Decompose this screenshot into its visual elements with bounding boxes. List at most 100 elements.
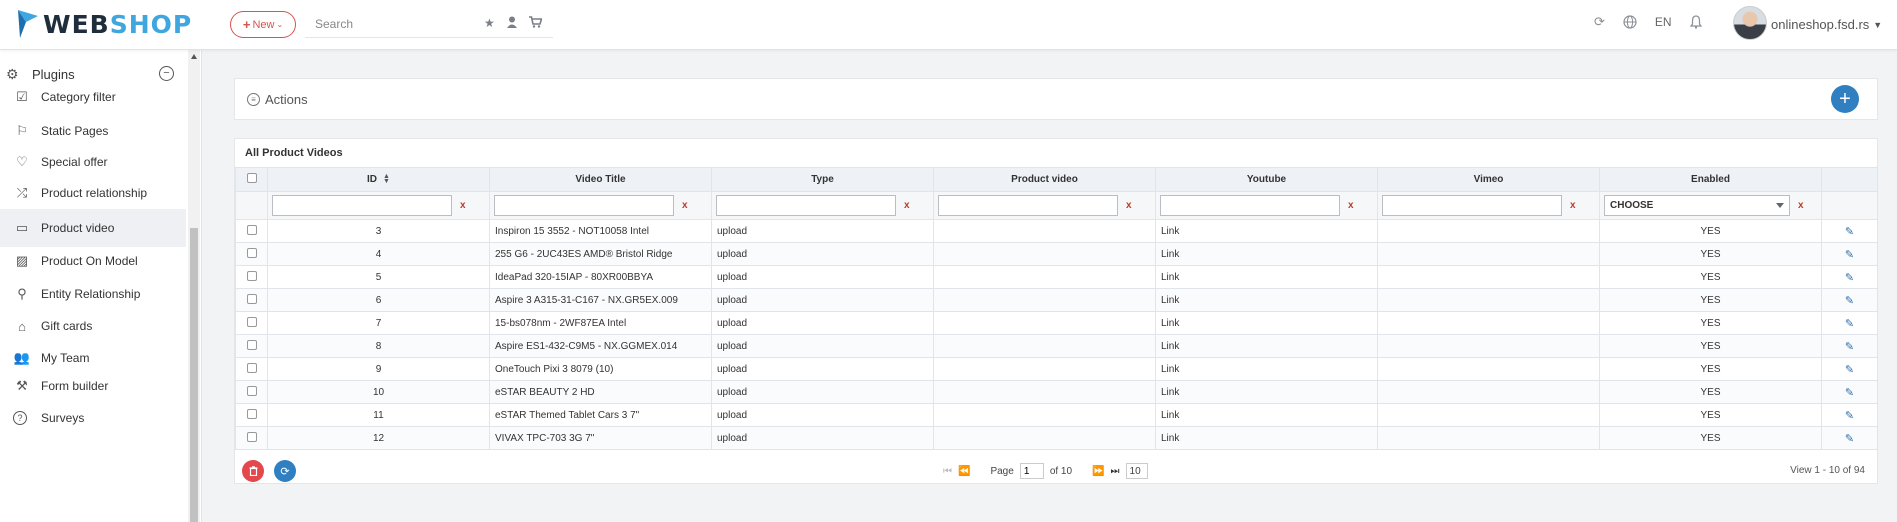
pencil-icon[interactable]: ✎ — [1845, 226, 1854, 238]
row-checkbox[interactable] — [246, 339, 257, 350]
cell-video-title: OneTouch Pixi 3 8079 (10) — [489, 357, 712, 381]
user-icon[interactable] — [506, 16, 517, 28]
clear-filter-icon[interactable]: x — [1570, 200, 1576, 211]
star-icon[interactable]: ★ — [484, 16, 495, 30]
clear-filter-icon[interactable]: x — [682, 200, 688, 211]
row-checkbox[interactable] — [246, 385, 257, 396]
globe-icon[interactable] — [1623, 15, 1637, 29]
cell-vimeo — [1377, 403, 1600, 427]
table-row[interactable]: 4 255 G6 - 2UC43ES AMD® Bristol Ridge uplo… — [235, 242, 1878, 266]
filter-type-input[interactable] — [716, 195, 896, 216]
last-page-icon[interactable]: ⏭ — [1111, 466, 1120, 477]
pencil-icon[interactable]: ✎ — [1845, 318, 1854, 330]
pencil-icon[interactable]: ✎ — [1845, 433, 1854, 445]
row-checkbox[interactable] — [246, 293, 257, 304]
new-button[interactable]: + New ⌄ — [230, 11, 296, 38]
cell-youtube[interactable]: Link — [1155, 311, 1378, 335]
select-all-checkbox[interactable] — [246, 173, 257, 183]
row-checkbox[interactable] — [246, 247, 257, 258]
row-checkbox[interactable] — [246, 270, 257, 281]
filter-product-video-input[interactable] — [938, 195, 1118, 216]
cell-youtube[interactable]: Link — [1155, 403, 1378, 427]
cell-youtube[interactable]: Link — [1155, 288, 1378, 312]
row-checkbox[interactable] — [246, 362, 257, 373]
column-header-youtube[interactable]: Youtube — [1155, 167, 1378, 192]
sidebar-item-surveys[interactable]: ? Surveys — [0, 399, 186, 437]
row-checkbox[interactable] — [246, 316, 257, 327]
table-row[interactable]: 9 OneTouch Pixi 3 8079 (10) upload Link YES ✎ — [235, 357, 1878, 381]
sort-icon[interactable]: ▲ ▼ — [383, 173, 390, 185]
filter-title-input[interactable] — [494, 195, 674, 216]
cell-enabled: YES — [1599, 426, 1822, 450]
filter-enabled-select[interactable]: CHOOSE — [1604, 195, 1790, 216]
cell-youtube[interactable]: Link — [1155, 357, 1378, 381]
table-row[interactable]: 3 Inspiron 15 3552 - NOT10058 Intel upload… — [235, 219, 1878, 243]
table-header-row: ID ▲ ▼ Video Title Type Product video Yout… — [235, 167, 1878, 192]
table-row[interactable]: 12 VIVAX TPC-703 3G 7" upload Link YES ✎ — [235, 426, 1878, 450]
sidebar-item-category-filter[interactable]: ☑ Category filter — [0, 78, 186, 116]
table-row[interactable]: 10 eSTAR BEAUTY 2 HD upload Link YES ✎ — [235, 380, 1878, 404]
filter-youtube-input[interactable] — [1160, 195, 1340, 216]
cell-youtube[interactable]: Link — [1155, 265, 1378, 289]
avatar[interactable] — [1733, 6, 1767, 40]
column-header-vimeo[interactable]: Vimeo — [1377, 167, 1600, 192]
cell-product-video — [933, 288, 1156, 312]
scroll-up-icon[interactable] — [191, 54, 197, 59]
column-header-product-video[interactable]: Product video — [933, 167, 1156, 192]
refresh-icon[interactable]: ⟳ — [1594, 14, 1605, 30]
row-checkbox[interactable] — [246, 408, 257, 419]
pencil-icon[interactable]: ✎ — [1845, 272, 1854, 284]
sidebar-scrollbar[interactable] — [188, 50, 200, 522]
clear-filter-icon[interactable]: x — [460, 200, 466, 211]
column-header-video-title[interactable]: Video Title — [489, 167, 712, 192]
clear-filter-icon[interactable]: x — [904, 200, 910, 211]
cell-youtube[interactable]: Link — [1155, 426, 1378, 450]
plus-icon: + — [242, 17, 251, 32]
add-button[interactable]: + — [1831, 85, 1859, 113]
column-header-type[interactable]: Type — [711, 167, 934, 192]
first-page-icon[interactable]: ⏮ — [943, 466, 952, 477]
scrollbar-thumb[interactable] — [190, 228, 198, 522]
webshop-logo[interactable]: WEBSHOP — [16, 6, 192, 42]
pencil-icon[interactable]: ✎ — [1845, 410, 1854, 422]
pencil-icon[interactable]: ✎ — [1845, 341, 1854, 353]
filter-id-input[interactable] — [272, 195, 452, 216]
prev-page-icon[interactable]: ⏪ — [958, 466, 970, 477]
cell-youtube[interactable]: Link — [1155, 219, 1378, 243]
sidebar-item-product-relationship[interactable]: ⤮ Product relationship — [0, 174, 186, 212]
pencil-icon[interactable]: ✎ — [1845, 249, 1854, 261]
bell-icon[interactable] — [1689, 15, 1702, 29]
page-number-input[interactable] — [1019, 463, 1044, 479]
user-menu[interactable]: onlineshop.fsd.rs ▼ — [1771, 17, 1882, 32]
cell-youtube[interactable]: Link — [1155, 334, 1378, 358]
cart-icon[interactable] — [528, 16, 542, 28]
table-row[interactable]: 8 Aspire ES1-432-C9M5 - NX.GGMEX.014 uplo… — [235, 334, 1878, 358]
table-row[interactable]: 6 Aspire 3 A315-31-C167 - NX.GR5EX.009 upl… — [235, 288, 1878, 312]
delete-button[interactable] — [242, 460, 264, 482]
table-row[interactable]: 11 eSTAR Themed Tablet Cars 3 7" upload Lin… — [235, 403, 1878, 427]
reload-button[interactable]: ⟳ — [274, 460, 296, 482]
column-header-id[interactable]: ID ▲ ▼ — [267, 167, 490, 192]
clear-filter-icon[interactable]: x — [1126, 200, 1132, 211]
row-select-cell — [235, 357, 268, 381]
cell-youtube[interactable]: Link — [1155, 380, 1378, 404]
language-selector[interactable]: EN — [1655, 15, 1672, 29]
row-checkbox[interactable] — [246, 431, 257, 442]
pencil-icon[interactable]: ✎ — [1845, 295, 1854, 307]
pencil-icon[interactable]: ✎ — [1845, 364, 1854, 376]
pencil-icon[interactable]: ✎ — [1845, 387, 1854, 399]
clear-filter-icon[interactable]: x — [1348, 200, 1354, 211]
clear-filter-icon[interactable]: x — [1798, 200, 1804, 211]
column-header-enabled[interactable]: Enabled — [1599, 167, 1822, 192]
next-page-icon[interactable]: ⏩ — [1092, 466, 1104, 477]
row-checkbox[interactable] — [246, 224, 257, 235]
filter-vimeo-input[interactable] — [1382, 195, 1562, 216]
search-input[interactable] — [305, 11, 465, 36]
table-row[interactable]: 5 IdeaPad 320-15IAP - 80XR00BBYA upload Lin… — [235, 265, 1878, 289]
new-button-label: New — [252, 18, 275, 31]
table-row[interactable]: 7 15-bs078nm - 2WF87EA Intel upload Link YE… — [235, 311, 1878, 335]
cell-video-title: IdeaPad 320-15IAP - 80XR00BBYA — [489, 265, 712, 289]
cell-type: upload — [711, 219, 934, 243]
page-size-select[interactable]: 10 — [1125, 463, 1148, 479]
cell-youtube[interactable]: Link — [1155, 242, 1378, 266]
